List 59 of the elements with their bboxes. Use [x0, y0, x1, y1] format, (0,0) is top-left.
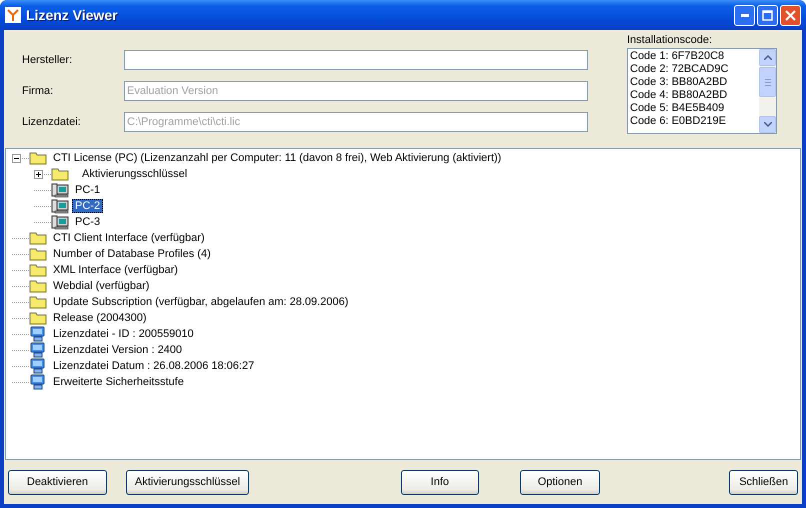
tree-item[interactable]: Webdial (verfügbar): [50, 279, 152, 293]
folder-icon: [29, 231, 47, 245]
action-button[interactable]: Aktivierungsschlüssel: [126, 470, 249, 494]
scroll-up-icon[interactable]: [759, 49, 776, 66]
tree-item[interactable]: Update Subscription (verfügbar, abgelaufen am: 28.09.2006): [50, 295, 352, 309]
field-label: Hersteller:: [22, 54, 74, 66]
close-icon: [785, 10, 796, 20]
list-item[interactable]: Code 6: E0BD219E: [630, 115, 757, 128]
tree-item[interactable]: PC-2: [72, 199, 104, 213]
folder-icon: [29, 247, 47, 261]
tree-item[interactable]: PC-3: [72, 215, 104, 229]
plus-icon: [36, 172, 41, 176]
list-item[interactable]: Code 4: BB80A2BD: [630, 89, 757, 102]
scrollbar[interactable]: [759, 49, 776, 133]
maximize-icon: [762, 10, 773, 20]
tree-item[interactable]: Number of Database Profiles (4): [50, 247, 214, 261]
computer-icon: [29, 342, 47, 358]
folder-icon: [29, 311, 47, 325]
collapse-toggle[interactable]: [12, 154, 21, 162]
tree-item[interactable]: Aktivierungsschlüssel: [79, 167, 190, 181]
field-label: Firma:: [22, 85, 54, 97]
list-item[interactable]: Code 1: 6F7B20C8: [630, 50, 757, 63]
list-item[interactable]: Code 2: 72BCAD9C: [630, 63, 757, 76]
minimize-icon: [740, 14, 748, 16]
tree-item[interactable]: CTI Client Interface (verfügbar): [50, 231, 208, 245]
computer-icon: [29, 326, 47, 342]
tree-item[interactable]: PC-1: [72, 183, 104, 197]
computer-icon: [29, 374, 47, 390]
action-button[interactable]: Info: [400, 470, 479, 494]
action-button[interactable]: Deaktivieren: [8, 470, 107, 494]
tree-item[interactable]: Release (2004300): [50, 311, 150, 325]
tree-item[interactable]: Erweiterte Sicherheitsstufe: [50, 375, 187, 389]
folder-icon: [29, 295, 47, 309]
scroll-down-icon[interactable]: [759, 116, 776, 133]
tree-item[interactable]: XML Interface (verfügbar): [50, 263, 181, 277]
installation-code-label: Installationscode:: [627, 34, 713, 46]
folder-icon: [29, 263, 47, 277]
action-button[interactable]: Optionen: [520, 470, 600, 494]
close-button[interactable]: [780, 4, 801, 26]
tree-item[interactable]: Lizenzdatei - ID : 200559010: [50, 327, 197, 341]
field-label: Lizenzdatei:: [22, 116, 82, 128]
app-logo-icon: [5, 7, 21, 23]
minimize-button[interactable]: [734, 4, 755, 26]
tree-item[interactable]: Lizenzdatei Datum : 26.08.2006 18:06:27: [50, 359, 258, 373]
list-item[interactable]: Code 3: BB80A2BD: [630, 76, 757, 89]
computer-icon: [29, 358, 47, 374]
folder-icon: [51, 167, 69, 181]
action-button[interactable]: Schließen: [729, 470, 798, 494]
text-field[interactable]: [124, 50, 588, 70]
expand-toggle[interactable]: [34, 170, 43, 178]
scroll-thumb[interactable]: [759, 67, 776, 97]
maximize-button[interactable]: [757, 4, 778, 26]
list-item[interactable]: Code 5: B4E5B409: [630, 102, 757, 115]
installation-code-list[interactable]: Code 1: 6F7B20C8 Code 2: 72BCAD9C Code 3: BB80A2BD Code 4: BB80A2BD Code 5: B4E5B409 Code 6: E0BD219E: [627, 48, 777, 134]
folder-icon: [29, 151, 47, 165]
tree-item[interactable]: Lizenzdatei Version : 2400: [50, 343, 186, 357]
tree-item[interactable]: CTI License (PC) (Lizenzanzahl per Computer: 11 (davon 8 frei), Web Aktivierung (aktiviert)): [50, 151, 504, 165]
window-title: Lizenz Viewer: [26, 7, 119, 23]
folder-icon: [29, 279, 47, 293]
